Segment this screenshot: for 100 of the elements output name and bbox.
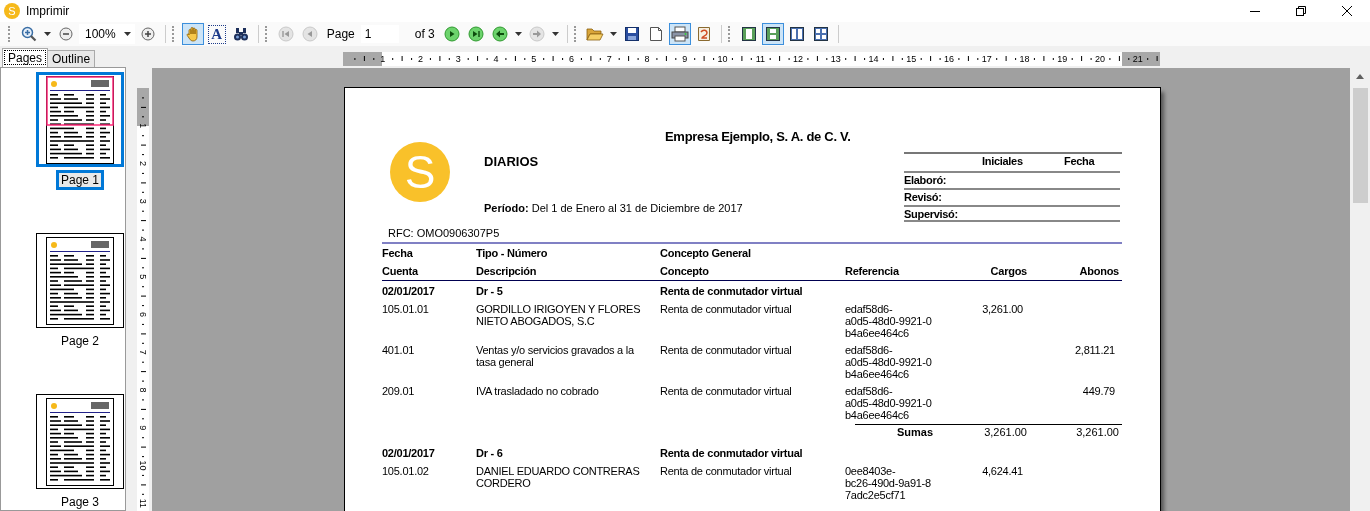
table-cell-text: 2,811.21 (1075, 344, 1116, 358)
column-header: Cargos (990, 265, 1027, 277)
column-header: Iniciales (982, 154, 1024, 169)
previous-page-icon (301, 26, 318, 42)
ruler-number: 9 (682, 54, 688, 64)
company-name: Empresa Ejemplo, S. A. de C. V. (664, 128, 851, 146)
entry-concept: Renta de conmutador virtual (660, 446, 803, 460)
ruler-number: 12 (793, 54, 803, 64)
page-input[interactable]: 1 (360, 25, 399, 43)
page-layout-icon (812, 26, 829, 42)
hand-tool-button[interactable] (181, 23, 204, 45)
report-title: DIARIOS (484, 153, 539, 169)
caret-icon (44, 32, 51, 36)
zoom-combo[interactable]: 100% (79, 24, 135, 44)
caret-icon (609, 32, 617, 36)
column-header: Fecha (1064, 154, 1096, 169)
table-cell-text: edaf58d6- a0d5-48d0-9921-0 b4a6ee464c6 (845, 344, 933, 382)
folder-icon (585, 26, 604, 42)
totals-label: Sumas (896, 425, 934, 440)
ruler-number: 21 (1132, 54, 1143, 64)
table-cell-text: 209.01 (382, 385, 416, 399)
table-cell-text: Renta de conmutador virtual (660, 303, 793, 317)
page-icon (648, 26, 663, 42)
ruler-number: 5 (531, 54, 537, 64)
table-cell-text: 401.01 (382, 344, 416, 358)
page-label: Page (325, 27, 356, 41)
ruler-number: 3 (455, 54, 461, 64)
page-thumbnail[interactable] (36, 233, 124, 328)
entry-date: 02/01/2017 (382, 284, 435, 298)
ruler-number: 2 (138, 161, 148, 166)
ruler-number: 8 (138, 387, 148, 393)
ruler-number: 18 (1019, 54, 1030, 64)
up-arrow-icon (1356, 74, 1364, 79)
page-thumbnail[interactable] (36, 72, 124, 167)
page-layout-icon (788, 26, 805, 42)
table-cell: 3,261.00 (1076, 425, 1119, 440)
ruler-number: 4 (138, 236, 148, 242)
ruler-number: 16 (944, 54, 954, 64)
table-cell-text: Renta de conmutador virtual (660, 465, 793, 479)
ruler-number: 10 (138, 460, 148, 471)
table-cell-text: edaf58d6- a0d5-48d0-9921-0 b4a6ee464c6 (845, 303, 933, 341)
caret-icon (123, 32, 131, 36)
page-layout-icon (764, 26, 781, 42)
next-page-icon (443, 26, 460, 42)
save-icon (623, 26, 640, 42)
column-header: Tipo - Número (476, 247, 548, 259)
ruler-number: 13 (830, 54, 841, 64)
view-mode-button[interactable] (761, 23, 784, 45)
column-header: Abonos (1079, 265, 1119, 277)
table-cell-text: GORDILLO IRIGOYEN Y FLORES NIETO ABOGADOS, S.C (476, 303, 642, 329)
text-select-button[interactable]: A (205, 23, 228, 45)
signoff-label: Elaboró: (904, 171, 1120, 188)
caret-icon (551, 32, 559, 36)
caret-icon (514, 32, 522, 36)
ruler-number: 4 (493, 54, 499, 64)
first-page-icon (277, 26, 294, 42)
table-cell: 3,261.00 (984, 425, 1027, 440)
ruler-number: 11 (755, 54, 765, 64)
minus-circle-icon (59, 27, 73, 41)
ruler-number: 1 (138, 123, 148, 129)
ruler-margin (137, 88, 149, 126)
ruler-number: 14 (868, 54, 879, 64)
printer-icon (670, 26, 689, 42)
ruler-number: 15 (906, 54, 917, 64)
table-cell-text: 0ee8403e- bc26-490d-9a91-8 7adc2e5cf71 (845, 465, 932, 503)
thumbnail-label[interactable]: Page 1 (55, 170, 104, 190)
table-cell-text: 105.01.02 (382, 465, 430, 479)
scrollbar-thumb[interactable] (1352, 88, 1368, 203)
panel-tab[interactable]: Outline (47, 50, 96, 67)
close-icon (1342, 6, 1352, 16)
table-cell-text: 105.01.01 (382, 303, 430, 317)
magnifier-plus-icon (140, 27, 155, 41)
table-cell-text: Renta de conmutador virtual (660, 385, 793, 399)
entry-type-number: Dr - 5 (476, 284, 503, 298)
table-cell-text: Renta de conmutador virtual (660, 344, 793, 358)
entry-concept: Renta de conmutador virtual (660, 284, 803, 298)
binoculars-icon (232, 26, 249, 42)
vertical-scrollbar[interactable] (1350, 68, 1370, 511)
table-cell-text: 449.79 (1082, 385, 1116, 399)
company-logo: S (390, 142, 450, 202)
print-button[interactable] (668, 23, 691, 45)
panel-tab[interactable]: Pages (2, 48, 49, 67)
page-thumbnail[interactable] (36, 394, 124, 489)
page-layout-icon (740, 26, 757, 42)
table-cell-text: 3,261.00 (982, 303, 1024, 317)
signoff-label: Revisó: (904, 188, 1120, 205)
ruler-number: 1 (380, 54, 386, 64)
ruler-margin (1122, 52, 1160, 66)
ruler-number: 2 (418, 54, 423, 64)
ruler-number: 11 (138, 498, 148, 508)
export-icon (696, 26, 711, 42)
column-header: Referencia (845, 265, 899, 277)
maximize-icon (1296, 6, 1306, 16)
window-title: Imprimir (26, 4, 71, 18)
table-cell-text: 4,624.41 (982, 465, 1024, 479)
column-header: Fecha (382, 247, 413, 259)
table-cell-text: IVA trasladado no cobrado (476, 385, 600, 399)
ruler-number: 5 (138, 274, 148, 280)
hand-icon (184, 26, 201, 42)
last-page-icon (467, 26, 484, 42)
